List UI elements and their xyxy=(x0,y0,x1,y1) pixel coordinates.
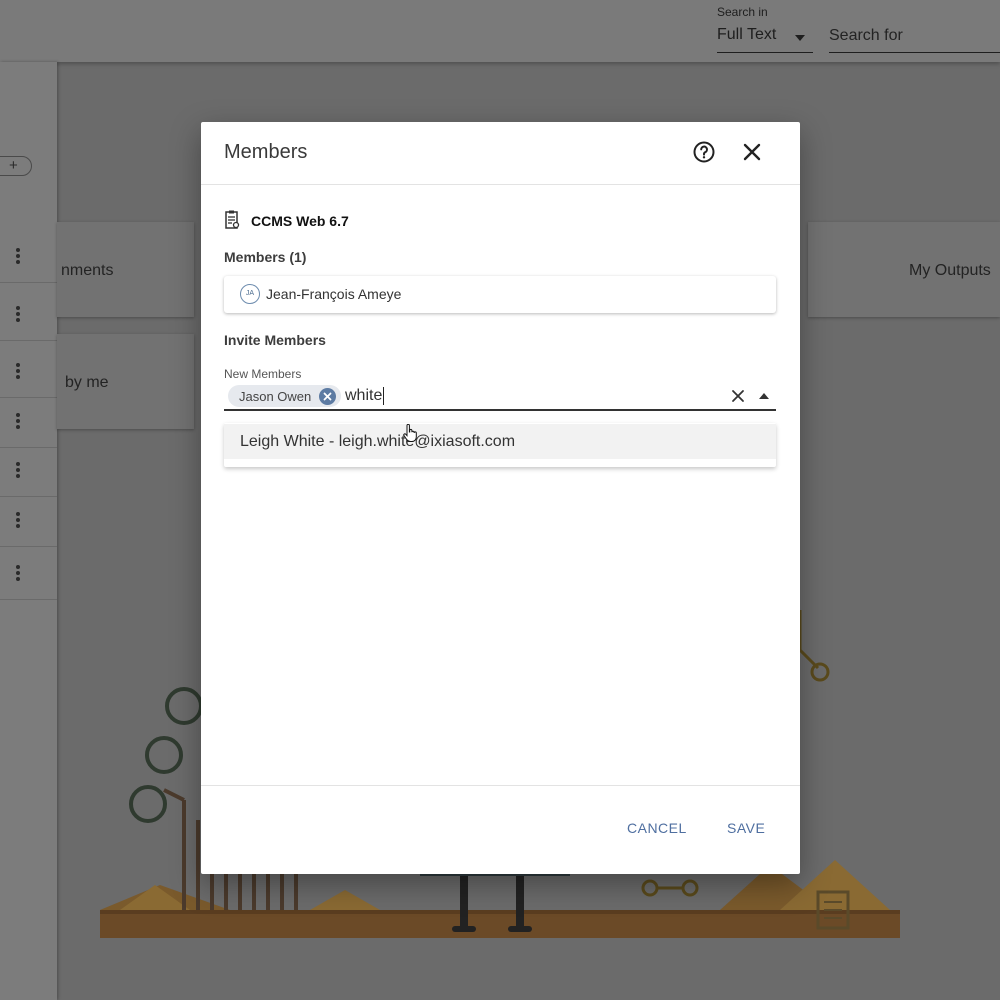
project-name: CCMS Web 6.7 xyxy=(251,213,349,229)
hand-cursor-icon xyxy=(403,424,417,442)
my-outputs-card[interactable]: My Outputs xyxy=(808,222,1000,317)
search-placeholder: Search for xyxy=(829,27,903,44)
save-button[interactable]: SAVE xyxy=(727,820,765,836)
sidebar-row xyxy=(0,233,57,283)
clear-button[interactable] xyxy=(730,388,746,404)
clear-icon xyxy=(732,390,744,402)
my-outputs-card-label: My Outputs xyxy=(909,262,991,279)
suggestions-dropdown: Leigh White - leigh.white@ixiasoft.com xyxy=(224,423,776,467)
kebab-menu-icon[interactable] xyxy=(15,462,21,482)
members-dialog: Members CCMS Web 6.7 Members (1) JA Jean… xyxy=(201,122,800,874)
created-by-me-card[interactable]: by me xyxy=(57,334,194,429)
sidebar: + xyxy=(0,62,57,1000)
suggestion-option-label: Leigh White - leigh.white@ixiasoft.com xyxy=(240,433,516,450)
new-members-field[interactable]: Jason Owen xyxy=(224,382,776,411)
remove-circle-icon xyxy=(323,392,332,401)
new-members-label: New Members xyxy=(224,367,302,381)
search-in-label: Search in xyxy=(717,5,768,19)
close-button[interactable] xyxy=(740,140,764,164)
new-members-input[interactable] xyxy=(345,384,715,408)
app-header: Search in Full Text Search for xyxy=(0,0,1000,62)
help-button[interactable] xyxy=(692,140,716,164)
members-heading: Members (1) xyxy=(224,249,307,265)
cancel-button[interactable]: CANCEL xyxy=(627,820,687,836)
sidebar-row xyxy=(0,348,57,398)
dialog-title: Members xyxy=(224,141,308,163)
dialog-footer: CANCEL SAVE xyxy=(201,785,800,874)
text-cursor xyxy=(383,387,384,405)
invite-members-heading: Invite Members xyxy=(224,332,326,348)
search-in-select[interactable]: Search in Full Text xyxy=(717,5,813,53)
kebab-menu-icon[interactable] xyxy=(15,248,21,268)
search-in-dropdown[interactable]: Full Text xyxy=(717,23,813,53)
search-in-value: Full Text xyxy=(717,26,777,43)
avatar: JA xyxy=(240,284,260,304)
member-name: Jean-François Ameye xyxy=(266,286,402,302)
assignments-card-label: nments xyxy=(61,262,114,279)
dialog-header: Members xyxy=(201,122,800,185)
kebab-menu-icon[interactable] xyxy=(15,413,21,433)
chevron-down-icon xyxy=(795,35,805,41)
chip-label: Jason Owen xyxy=(239,389,312,404)
search-input[interactable]: Search for xyxy=(829,23,1000,53)
sidebar-row xyxy=(0,291,57,341)
dropdown-toggle-button[interactable] xyxy=(756,389,772,403)
kebab-menu-icon[interactable] xyxy=(15,512,21,532)
kebab-menu-icon[interactable] xyxy=(15,565,21,585)
add-button[interactable]: + xyxy=(0,156,32,176)
suggestion-option[interactable]: Leigh White - leigh.white@ixiasoft.com xyxy=(224,424,776,459)
sidebar-row xyxy=(0,550,57,600)
sidebar-row xyxy=(0,398,57,448)
sidebar-row xyxy=(0,497,57,547)
project-building-icon xyxy=(225,210,240,229)
member-item[interactable]: JA Jean-François Ameye xyxy=(224,276,776,313)
add-icon: + xyxy=(9,157,18,174)
help-circle-icon xyxy=(693,141,715,163)
kebab-menu-icon[interactable] xyxy=(15,363,21,383)
created-by-me-card-label: by me xyxy=(65,374,109,391)
assignments-card[interactable]: nments xyxy=(57,222,194,317)
caret-up-icon xyxy=(759,393,769,399)
close-icon xyxy=(743,143,761,161)
sidebar-row xyxy=(0,447,57,497)
chip-remove-button[interactable] xyxy=(319,388,336,405)
kebab-menu-icon[interactable] xyxy=(15,306,21,326)
member-chip[interactable]: Jason Owen xyxy=(228,385,341,407)
